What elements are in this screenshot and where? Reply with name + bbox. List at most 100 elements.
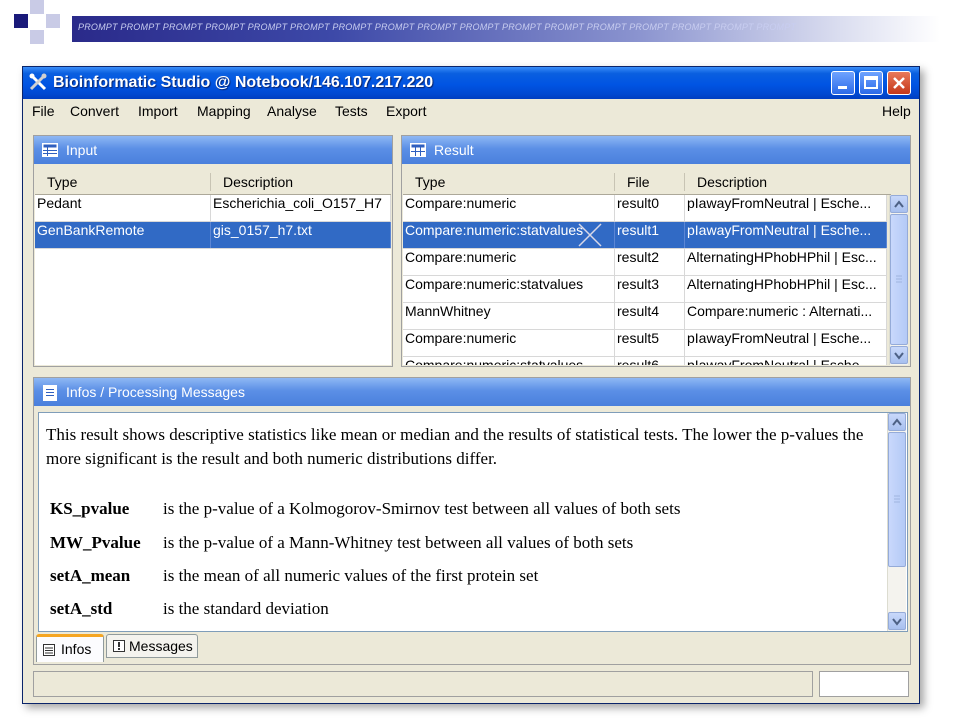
- menu-file[interactable]: File: [32, 103, 55, 119]
- minimize-button[interactable]: [831, 71, 855, 95]
- menu-bar: File Convert Import Mapping Analyse Test…: [23, 99, 919, 121]
- cell-type: Compare:numeric:statvalues: [403, 276, 615, 302]
- menu-mapping[interactable]: Mapping: [197, 103, 251, 119]
- cell-file: result3: [615, 276, 685, 302]
- grip-icon: [894, 495, 900, 503]
- table-row[interactable]: Compare:numeric:statvalues result6 pIawa…: [403, 357, 887, 365]
- column-header-description[interactable]: Description: [697, 174, 767, 190]
- table-row[interactable]: Compare:numeric result0 pIawayFromNeutra…: [403, 195, 887, 222]
- cell-file: result0: [615, 195, 685, 221]
- menu-analyse[interactable]: Analyse: [267, 103, 317, 119]
- chevron-up-icon: [892, 418, 902, 426]
- result-vertical-scrollbar[interactable]: [889, 195, 908, 365]
- chevron-down-icon: [894, 352, 904, 360]
- cell-description: pIawayFromNeutral | Esche...: [685, 357, 887, 365]
- table-row[interactable]: MannWhitney result4 Compare:numeric : Al…: [403, 303, 887, 330]
- cell-type: GenBankRemote: [35, 222, 211, 248]
- result-table-icon: [410, 143, 426, 157]
- info-text-area[interactable]: This result shows descriptive statistics…: [38, 412, 908, 632]
- term-seta-std: setA_std: [50, 599, 113, 618]
- chevron-down-icon: [892, 618, 902, 626]
- scroll-down-button[interactable]: [890, 346, 908, 364]
- scroll-up-button[interactable]: [890, 195, 908, 213]
- column-header-type[interactable]: Type: [47, 174, 77, 190]
- tab-messages-label: Messages: [129, 638, 193, 654]
- input-panel: Input Type Description Pedant Escherichi…: [33, 135, 393, 367]
- tab-messages[interactable]: Messages: [106, 634, 198, 658]
- result-panel: Result Type File Description Compare:num…: [401, 135, 911, 367]
- result-panel-header: Result: [402, 136, 910, 164]
- window-title: Bioinformatic Studio @ Notebook/146.107.…: [53, 74, 434, 91]
- term-seta-mean: setA_mean: [50, 566, 131, 585]
- input-grid: Pedant Escherichia_coli_O157_H7 GenBankR…: [35, 195, 391, 365]
- result-grid: Compare:numeric result0 pIawayFromNeutra…: [403, 195, 887, 365]
- maximize-icon: [864, 76, 878, 89]
- column-separator[interactable]: [614, 173, 615, 191]
- drag-cursor-icon: [578, 223, 602, 247]
- cell-type: Compare:numeric:statvalues: [403, 357, 615, 365]
- table-row-selected[interactable]: Compare:numeric:statvalues result1 pIawa…: [403, 222, 887, 249]
- document-icon: [43, 385, 57, 401]
- definition-seta-std: is the standard deviation: [163, 599, 329, 618]
- scroll-thumb[interactable]: [890, 214, 908, 345]
- cell-type: MannWhitney: [403, 303, 615, 329]
- info-panel-title: Infos / Processing Messages: [66, 384, 245, 400]
- definition-mw-pvalue: is the p-value of a Mann-Whitney test be…: [163, 533, 634, 552]
- cell-type: Compare:numeric: [403, 249, 615, 275]
- input-panel-title: Input: [66, 142, 98, 158]
- definition-seta-mean: is the mean of all numeric values of the…: [163, 566, 539, 585]
- grip-icon: [896, 275, 902, 283]
- cell-description: AlternatingHPhobHPhil | Esc...: [685, 249, 887, 275]
- result-grid-header: Type File Description: [403, 170, 891, 195]
- menu-tests[interactable]: Tests: [335, 103, 368, 119]
- tab-infos-label: Infos: [61, 641, 92, 657]
- column-separator[interactable]: [684, 173, 685, 191]
- cell-description: gis_0157_h7.txt: [211, 222, 391, 248]
- maximize-button[interactable]: [859, 71, 883, 95]
- column-header-description[interactable]: Description: [223, 174, 293, 190]
- scroll-up-button[interactable]: [888, 413, 906, 431]
- cell-description: pIawayFromNeutral | Esche...: [685, 330, 887, 356]
- table-row[interactable]: Pedant Escherichia_coli_O157_H7: [35, 195, 391, 222]
- tab-infos[interactable]: Infos: [36, 634, 104, 662]
- result-panel-title: Result: [434, 142, 474, 158]
- slide-square-dark: [14, 14, 28, 28]
- info-panel: Infos / Processing Messages This result …: [33, 377, 911, 665]
- status-bar: [33, 671, 909, 697]
- cell-type: Compare:numeric: [403, 330, 615, 356]
- menu-export[interactable]: Export: [386, 103, 426, 119]
- column-header-file[interactable]: File: [627, 174, 650, 190]
- table-row-selected[interactable]: GenBankRemote gis_0157_h7.txt: [35, 222, 391, 249]
- cell-file: result2: [615, 249, 685, 275]
- status-field-main: [33, 671, 813, 697]
- menu-import[interactable]: Import: [138, 103, 178, 119]
- scroll-thumb[interactable]: [888, 432, 906, 567]
- cell-description: AlternatingHPhobHPhil | Esc...: [685, 276, 887, 302]
- term-ks-pvalue: KS_pvalue: [50, 499, 130, 518]
- warning-icon: [113, 640, 125, 652]
- info-vertical-scrollbar[interactable]: [887, 413, 906, 631]
- close-button[interactable]: [887, 71, 911, 95]
- table-row[interactable]: Compare:numeric result2 AlternatingHPhob…: [403, 249, 887, 276]
- title-bar[interactable]: Bioinformatic Studio @ Notebook/146.107.…: [23, 67, 919, 99]
- info-intro-text: This result shows descriptive statistics…: [46, 425, 864, 468]
- status-field-secondary: [819, 671, 909, 697]
- cell-description: Escherichia_coli_O157_H7: [211, 195, 391, 221]
- cell-type: Compare:numeric: [403, 195, 615, 221]
- menu-convert[interactable]: Convert: [70, 103, 119, 119]
- cell-type: Pedant: [35, 195, 211, 221]
- column-header-type[interactable]: Type: [415, 174, 445, 190]
- app-window: Bioinformatic Studio @ Notebook/146.107.…: [22, 66, 920, 704]
- scroll-down-button[interactable]: [888, 612, 906, 630]
- column-separator[interactable]: [210, 173, 211, 191]
- tools-icon: [29, 73, 47, 91]
- slide-square-light: [30, 0, 44, 14]
- table-row[interactable]: Compare:numeric result5 pIawayFromNeutra…: [403, 330, 887, 357]
- table-row[interactable]: Compare:numeric:statvalues result3 Alter…: [403, 276, 887, 303]
- slide-square-light: [30, 30, 44, 44]
- slide-banner-text: PROMPT PROMPT PROMPT PROMPT PROMPT PROMP…: [78, 22, 797, 32]
- cell-file: result6: [615, 357, 685, 365]
- input-panel-header: Input: [34, 136, 392, 164]
- close-icon: [893, 77, 905, 89]
- menu-help[interactable]: Help: [882, 103, 911, 119]
